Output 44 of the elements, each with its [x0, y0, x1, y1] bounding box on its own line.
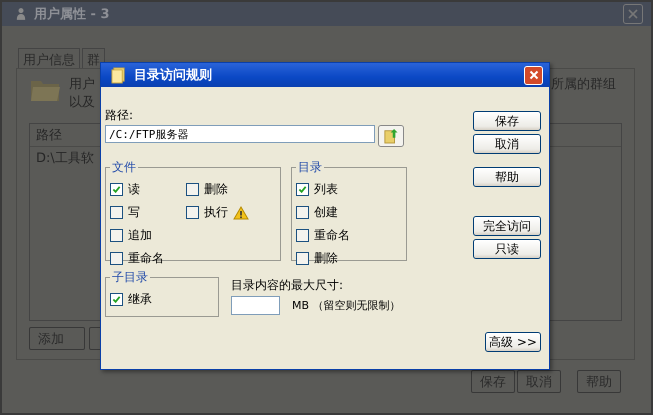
close-icon [628, 9, 638, 19]
group-title: 子目录 [111, 269, 149, 286]
checkbox-label: 创建 [314, 204, 338, 221]
checkbox-label: 执行 [204, 204, 228, 221]
dialog-button[interactable]: 完全访问 [473, 216, 541, 236]
size-field[interactable] [231, 296, 280, 315]
close-icon [528, 70, 538, 80]
checkbox-label: 继承 [128, 291, 152, 308]
checkbox[interactable] [186, 206, 199, 219]
window-title: 用户属性 - 3 [34, 6, 110, 23]
dialog-button[interactable]: 保存 [473, 111, 541, 131]
folder-up-icon [384, 128, 398, 144]
dialog-button[interactable]: 只读 [473, 239, 541, 259]
checkbox[interactable] [296, 229, 309, 242]
group-title: 目录 [297, 159, 323, 176]
checkbox[interactable] [296, 183, 309, 196]
path-label: 路径: [105, 107, 134, 124]
checkbox[interactable] [110, 293, 123, 306]
folder-icon [111, 66, 126, 84]
size-label: 目录内容的最大尺寸: [231, 277, 344, 294]
checkbox-label: 删除 [314, 250, 338, 267]
checkbox[interactable] [296, 206, 309, 219]
checkbox-label: 重命名 [314, 227, 350, 244]
user-icon [16, 7, 26, 21]
checkbox-label: 追加 [128, 227, 152, 244]
path-field[interactable]: /C:/FTP服务器 [105, 125, 375, 143]
dialog-title: 目录访问规则 [134, 66, 213, 84]
size-note: MB （留空则无限制） [292, 298, 401, 313]
checkbox[interactable] [110, 252, 123, 265]
checkbox[interactable] [110, 229, 123, 242]
dialog-button[interactable]: 帮助 [473, 167, 541, 187]
checkbox-label: 写 [128, 204, 140, 221]
advanced-button[interactable]: 高级 >> [485, 332, 541, 352]
checkbox[interactable] [110, 183, 123, 196]
browse-button[interactable] [378, 125, 404, 147]
dialog-button[interactable]: 取消 [473, 134, 541, 154]
checkbox-label: 读 [128, 181, 140, 198]
checkbox[interactable] [296, 252, 309, 265]
checkbox-label: 列表 [314, 181, 338, 198]
group-title: 文件 [111, 159, 137, 176]
checkbox-label: 重命名 [128, 250, 164, 267]
checkbox-label: 删除 [204, 181, 228, 198]
checkbox[interactable] [186, 183, 199, 196]
checkbox[interactable] [110, 206, 123, 219]
